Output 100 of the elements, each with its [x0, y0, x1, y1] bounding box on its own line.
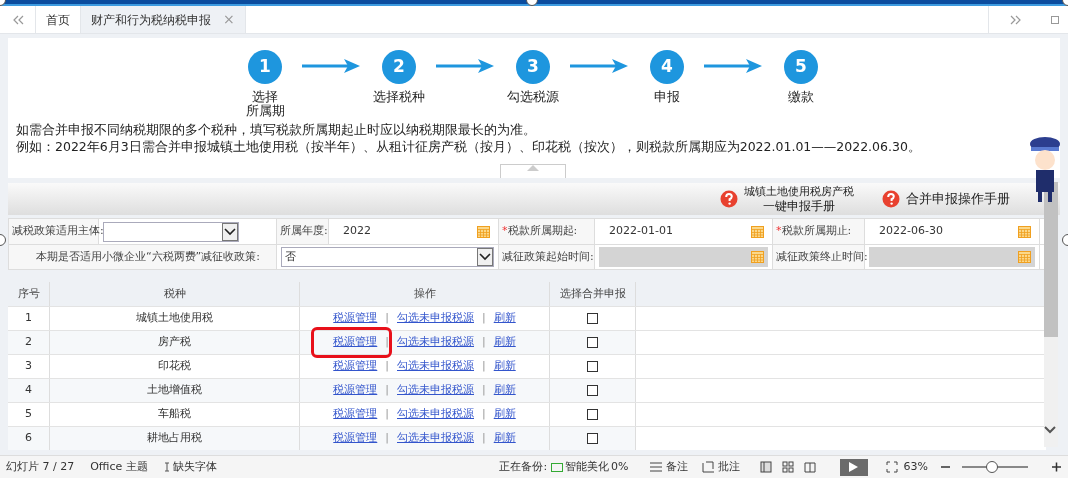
step-number: 2: [382, 50, 416, 84]
step-number: 4: [650, 50, 684, 84]
field-label: 减征政策终止时间:: [773, 245, 865, 269]
double-chevron-left-icon: [11, 14, 24, 25]
table-cell: 2: [8, 331, 50, 354]
action-link[interactable]: 勾选未申报税源: [397, 310, 474, 327]
action-link[interactable]: 刷新: [493, 430, 516, 447]
table-cell: 6: [8, 427, 50, 450]
table-cell: 4: [8, 379, 50, 402]
table-cell: 耕地占用税: [50, 427, 300, 450]
slide-counter[interactable]: 幻灯片 7 / 27: [6, 458, 75, 476]
action-link[interactable]: 勾选未申报税源: [397, 382, 474, 399]
double-chevron-right-icon: [1009, 14, 1022, 25]
help-link[interactable]: 城镇土地使用税房产税: [744, 185, 854, 199]
action-link[interactable]: 税源管理: [333, 359, 378, 373]
step-label: 缴款: [788, 90, 814, 104]
text-cursor-icon: [163, 461, 170, 473]
checkbox[interactable]: [587, 313, 598, 324]
action-link[interactable]: 税源管理: [333, 407, 378, 421]
separator: |: [385, 334, 389, 351]
zoom-in-icon[interactable]: [1051, 462, 1062, 472]
menu-icon: [648, 461, 663, 473]
theme-name[interactable]: Office 主题: [90, 458, 148, 476]
field-label: 本期是否适用小微企业“六税两费”减征收政策:: [9, 245, 277, 269]
dropdown-field[interactable]: [103, 221, 239, 242]
grid-view-icon[interactable]: [781, 461, 794, 473]
step-number: 5: [784, 50, 818, 84]
beautify-button[interactable]: 智能美化: [565, 458, 610, 476]
play-icon: [849, 462, 859, 472]
zoom-slider[interactable]: [959, 461, 1031, 473]
help-link[interactable]: 合并申报操作手册: [906, 189, 1010, 209]
slider-thumb[interactable]: [986, 461, 998, 473]
separator: |: [482, 310, 486, 327]
separator: |: [385, 430, 389, 447]
scroll-down-icon[interactable]: [1044, 426, 1056, 434]
dropdown-field[interactable]: 否: [281, 247, 494, 267]
missing-font-button[interactable]: 缺失字体: [172, 458, 217, 476]
separator: |: [482, 334, 486, 351]
backup-status: 正在备份:: [499, 458, 548, 475]
step-label: 选择税种: [373, 90, 425, 104]
dropdown-icon: [477, 248, 493, 266]
collapse-icon: [527, 165, 539, 171]
scroll-thumb[interactable]: [1044, 182, 1058, 337]
step-label: 申报: [654, 90, 680, 104]
comment-icon: [701, 461, 715, 473]
normal-view-icon[interactable]: [759, 461, 772, 473]
step-label: 勾选税源: [507, 90, 559, 104]
help-icon: [720, 190, 738, 208]
checkbox[interactable]: [587, 337, 598, 348]
play-button[interactable]: [839, 458, 868, 476]
separator: |: [385, 358, 389, 375]
table-cell: 土地增值税: [50, 379, 300, 402]
help-link[interactable]: 一键申报手册: [744, 199, 854, 213]
field-label: *税款所属期止:: [773, 219, 865, 244]
separator: |: [482, 358, 486, 375]
action-link[interactable]: 税源管理: [333, 311, 378, 325]
reading-view-icon[interactable]: [803, 461, 816, 473]
action-link[interactable]: 勾选未申报税源: [397, 406, 474, 423]
note-text: 例如：2022年6月3日需合并申报城镇土地使用税（按半年）、从租计征房产税（按月）、印花税（按次），则税款所属期应为2022.01.01——2022.06.30。: [16, 138, 921, 155]
checkbox[interactable]: [587, 385, 598, 396]
step-label: 所属期: [245, 104, 285, 118]
separator: |: [482, 406, 486, 423]
separator: |: [385, 382, 389, 399]
action-link[interactable]: 勾选未申报税源: [397, 358, 474, 375]
action-link[interactable]: 税源管理: [333, 431, 378, 445]
separator: |: [385, 406, 389, 423]
square-icon: [1051, 15, 1059, 24]
fit-icon[interactable]: [885, 461, 898, 473]
action-link[interactable]: 刷新: [493, 310, 516, 327]
action-link[interactable]: 刷新: [493, 358, 516, 375]
action-link[interactable]: 刷新: [493, 406, 516, 423]
action-link[interactable]: 税源管理: [333, 383, 378, 397]
progress-text: 0%: [611, 458, 629, 475]
checkbox[interactable]: [587, 409, 598, 420]
zoom-level[interactable]: 63%: [903, 458, 928, 476]
field-label: *税款所属期起:: [499, 219, 595, 244]
note-text: 如需合并申报不同纳税期限的多个税种，填写税款所属期起止时应以纳税期限最长的为准。: [16, 121, 537, 138]
action-link[interactable]: 刷新: [493, 334, 516, 351]
action-link[interactable]: 勾选未申报税源: [397, 430, 474, 447]
tab[interactable]: 财产和行为税纳税申报 ×: [81, 6, 246, 33]
step-number: 3: [516, 50, 550, 84]
step-label: 选择: [252, 90, 278, 104]
help-icon: [882, 190, 900, 208]
scrollbar[interactable]: [1044, 182, 1058, 447]
action-link[interactable]: 刷新: [493, 382, 516, 399]
table-cell: 房产税: [50, 331, 300, 354]
checkbox[interactable]: [587, 361, 598, 372]
dropdown-icon: [222, 222, 238, 241]
action-link[interactable]: 勾选未申报税源: [397, 334, 474, 351]
separator: |: [482, 430, 486, 447]
step-number: 1: [248, 50, 282, 84]
separator: |: [385, 310, 389, 327]
notes-button[interactable]: 备注: [665, 458, 688, 476]
separator: |: [482, 382, 486, 399]
action-link[interactable]: 税源管理: [333, 335, 378, 349]
field-label: 减征政策起始时间:: [499, 245, 595, 269]
comments-button[interactable]: 批注: [717, 458, 740, 476]
checkbox[interactable]: [587, 433, 598, 444]
field-label: 所属年度:: [277, 219, 329, 244]
mascot-drawing: [1028, 136, 1062, 204]
